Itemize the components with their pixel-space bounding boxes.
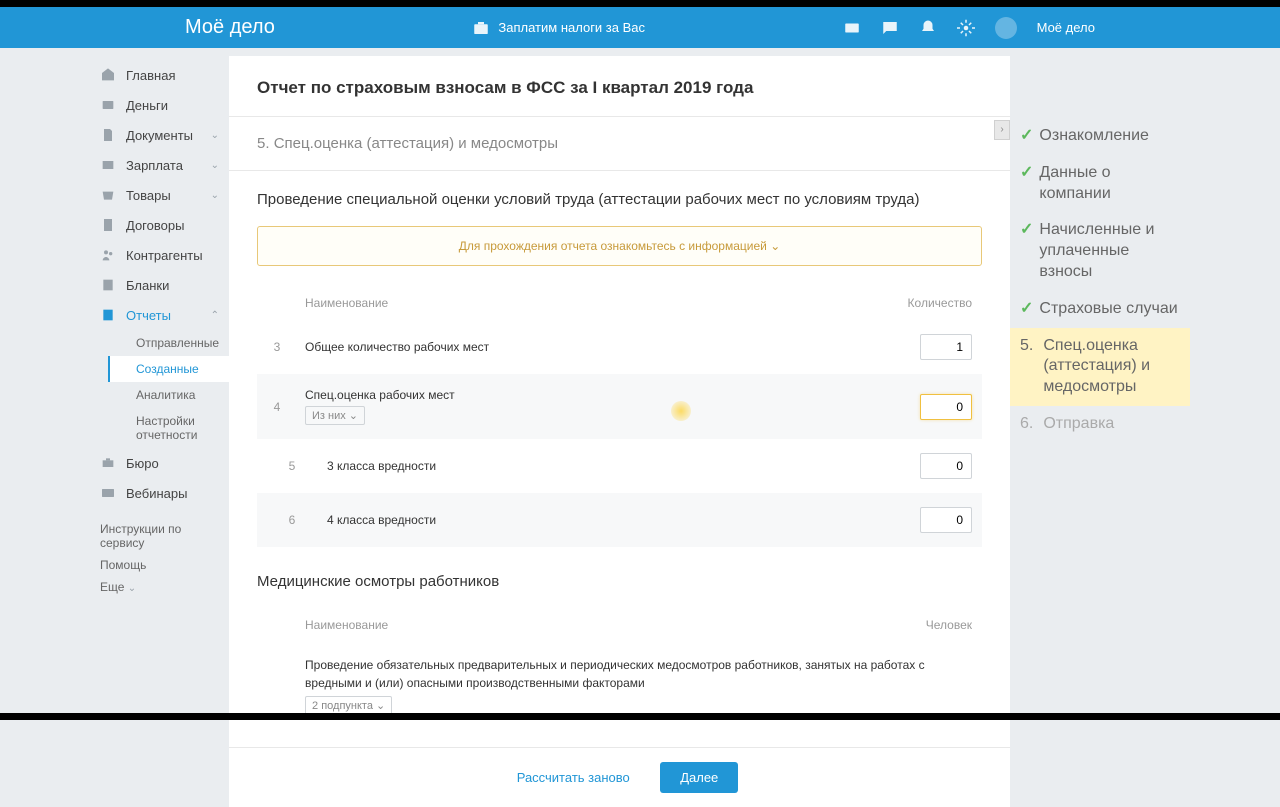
- footer-bar: Рассчитать заново Далее: [229, 747, 1010, 807]
- nav-icon: [100, 157, 116, 173]
- step-1[interactable]: Данные о компании: [1010, 155, 1190, 213]
- gear-icon[interactable]: [957, 19, 975, 37]
- logo[interactable]: Моё дело: [185, 16, 275, 39]
- help-more[interactable]: Еще ⌄: [100, 576, 219, 598]
- nav-icon: [100, 247, 116, 263]
- subnav-item-0[interactable]: Отправленные: [126, 330, 229, 356]
- sidebar-item-7[interactable]: Бланки: [90, 270, 229, 300]
- col2-header-qty: Человек: [902, 618, 982, 632]
- nav-icon: [100, 67, 116, 83]
- sidebar-item-3[interactable]: Зарплата⌄: [90, 150, 229, 180]
- sidebar-item-5[interactable]: Договоры: [90, 210, 229, 240]
- row-dropdown[interactable]: Из них ⌄: [305, 406, 365, 425]
- table-row: 4Спец.оценка рабочих местИз них ⌄: [257, 374, 982, 439]
- chevron-icon: ⌄: [211, 130, 219, 141]
- sidebar-item-2[interactable]: Документы⌄: [90, 120, 229, 150]
- chevron-icon: ⌄: [211, 160, 219, 171]
- help-instructions[interactable]: Инструкции по сервису: [100, 518, 219, 554]
- briefcase-icon: [472, 19, 490, 37]
- nav-icon: [100, 455, 116, 471]
- subnav-item-3[interactable]: Настройки отчетности: [126, 408, 229, 448]
- col2-header-name: Наименование: [297, 618, 902, 632]
- qty-input[interactable]: [920, 394, 972, 420]
- card-icon[interactable]: [843, 19, 861, 37]
- nav-icon: [100, 127, 116, 143]
- step-2[interactable]: Начисленные и уплаченные взносы: [1010, 212, 1190, 290]
- sidebar-extra-1[interactable]: Вебинары: [90, 478, 229, 508]
- subnav-item-1[interactable]: Созданные: [108, 356, 229, 382]
- step-0[interactable]: Ознакомление: [1010, 118, 1190, 155]
- nav-icon: [100, 307, 116, 323]
- table-row: 3Общее количество рабочих мест: [257, 320, 982, 374]
- sidebar-item-8[interactable]: Отчеты⌃: [90, 300, 229, 330]
- qty-input[interactable]: [920, 453, 972, 479]
- username[interactable]: Моё дело: [1037, 20, 1095, 35]
- qty-input[interactable]: [920, 507, 972, 533]
- sidebar-item-1[interactable]: Деньги: [90, 90, 229, 120]
- table-row: 64 класса вредности: [257, 493, 982, 547]
- subsection-title-1: Проведение специальной оценки условий тр…: [257, 189, 982, 210]
- section-title: 5. Спец.оценка (аттестация) и медосмотры: [229, 117, 1010, 171]
- topbar-banner[interactable]: Заплатим налоги за Вас: [275, 19, 843, 37]
- help-support[interactable]: Помощь: [100, 554, 219, 576]
- nav-icon: [100, 217, 116, 233]
- subnav-item-2[interactable]: Аналитика: [126, 382, 229, 408]
- collapse-steps-button[interactable]: ›: [994, 120, 1010, 140]
- info-banner[interactable]: Для прохождения отчета ознакомьтесь с ин…: [257, 226, 982, 266]
- nav-icon: [100, 187, 116, 203]
- nav-icon: [100, 97, 116, 113]
- recalculate-button[interactable]: Рассчитать заново: [501, 762, 646, 793]
- chat-icon[interactable]: [881, 19, 899, 37]
- bell-icon[interactable]: [919, 19, 937, 37]
- sidebar-item-0[interactable]: Главная: [90, 60, 229, 90]
- table-row: 53 класса вредности: [257, 439, 982, 493]
- main-panel: › Отчет по страховым взносам в ФСС за I …: [229, 56, 1010, 807]
- qty-input[interactable]: [920, 334, 972, 360]
- nav-icon: [100, 277, 116, 293]
- step-4[interactable]: 5.Спец.оценка (аттестация) и медосмотры: [1010, 328, 1190, 406]
- sidebar-item-6[interactable]: Контрагенты: [90, 240, 229, 270]
- nav-icon: [100, 485, 116, 501]
- topbar: Моё дело Заплатим налоги за Вас Моё дело: [0, 7, 1280, 48]
- chevron-icon: ⌄: [211, 190, 219, 201]
- col-header-name: Наименование: [297, 296, 902, 310]
- col-header-qty: Количество: [902, 296, 982, 310]
- page-title: Отчет по страховым взносам в ФСС за I кв…: [257, 78, 982, 98]
- avatar[interactable]: [995, 17, 1017, 39]
- row2-text: Проведение обязательных предварительных …: [305, 656, 982, 692]
- next-button[interactable]: Далее: [660, 762, 738, 793]
- chevron-icon: ⌃: [211, 310, 219, 321]
- subsection-title-2: Медицинские осмотры работников: [257, 571, 982, 592]
- sidebar-extra-0[interactable]: Бюро: [90, 448, 229, 478]
- sidebar-item-4[interactable]: Товары⌄: [90, 180, 229, 210]
- step-3[interactable]: Страховые случаи: [1010, 291, 1190, 328]
- step-5[interactable]: 6.Отправка: [1010, 406, 1190, 443]
- sidebar: ГлавнаяДеньгиДокументы⌄Зарплата⌄Товары⌄Д…: [90, 48, 229, 807]
- steps-panel: ОзнакомлениеДанные о компанииНачисленные…: [1010, 56, 1190, 807]
